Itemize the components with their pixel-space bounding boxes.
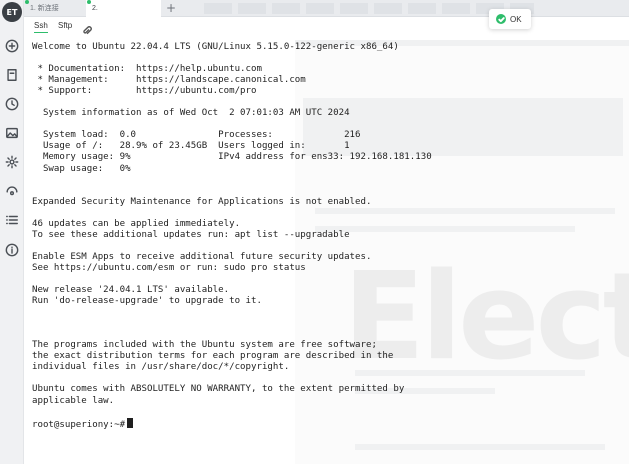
- terminal-line: Usage of /: 28.9% of 23.45GB Users logge…: [32, 141, 350, 152]
- toast-label: OK: [510, 14, 522, 24]
- file-icon[interactable]: [4, 67, 20, 83]
- terminal-line: See https://ubuntu.com/esm or run: sudo …: [32, 262, 306, 273]
- terminal-line: System load: 0.0 Processes: 216: [32, 130, 361, 141]
- ok-toast: OK: [489, 9, 531, 29]
- terminal-line: Enable ESM Apps to receive additional fu…: [32, 251, 372, 262]
- tab-status-dot: [87, 0, 91, 4]
- terminal-line: Expanded Security Maintenance for Applic…: [32, 196, 372, 207]
- terminal-line: Run 'do-release-upgrade' to upgrade to i…: [32, 296, 262, 307]
- paperclip-icon[interactable]: [82, 21, 92, 35]
- terminal-line: New release '24.04.1 LTS' available.: [32, 285, 230, 296]
- new-tab-button[interactable]: +: [164, 0, 178, 17]
- tab-bar: 1. 新连接 2. root@192.168.181.130:22 +: [24, 0, 629, 29]
- session-subtabs: Ssh Sftp: [24, 17, 629, 37]
- settings-icon[interactable]: [4, 154, 20, 170]
- check-icon: [496, 14, 506, 24]
- tab-status-dot: [25, 0, 29, 4]
- tab-new-connection[interactable]: 1. 新连接: [24, 0, 86, 17]
- add-icon[interactable]: [4, 38, 20, 54]
- terminal-output[interactable]: Welcome to Ubuntu 22.04.4 LTS (GNU/Linux…: [32, 42, 472, 462]
- terminal-line: To see these additional updates run: apt…: [32, 229, 350, 240]
- terminal-prompt-line[interactable]: root@superiony:~#: [32, 417, 472, 430]
- terminal-line: The programs included with the Ubuntu sy…: [32, 340, 377, 351]
- sync-icon[interactable]: [4, 183, 20, 199]
- list-icon[interactable]: [4, 212, 20, 228]
- subtab-sftp[interactable]: Sftp: [58, 21, 72, 30]
- terminal-cursor: [127, 417, 134, 428]
- terminal-line: 46 updates can be applied immediately.: [32, 218, 241, 229]
- subtab-ssh[interactable]: Ssh: [34, 21, 48, 33]
- terminal-line: individual files in /usr/share/doc/*/cop…: [32, 362, 290, 373]
- history-icon[interactable]: [4, 96, 20, 112]
- tab-ssh-session[interactable]: 2. root@192.168.181.130:22: [86, 0, 173, 29]
- terminal-prompt: root@superiony:~#: [32, 419, 126, 430]
- terminal-line: * Documentation: https://help.ubuntu.com: [32, 64, 262, 75]
- terminal-line: Swap usage: 0%: [32, 163, 131, 174]
- terminal-line: the exact distribution terms for each pr…: [32, 351, 394, 362]
- app-logo[interactable]: ET: [2, 2, 22, 22]
- sidebar: ET: [0, 0, 24, 464]
- terminal-line: applicable law.: [32, 395, 115, 406]
- dimmed-tab-strip: [204, 3, 534, 14]
- terminal-line: Welcome to Ubuntu 22.04.4 LTS (GNU/Linux…: [32, 42, 399, 52]
- info-icon[interactable]: [4, 242, 20, 258]
- terminal-line: Ubuntu comes with ABSOLUTELY NO WARRANTY…: [32, 384, 405, 395]
- terminal-line: * Management: https://landscape.canonica…: [32, 75, 306, 86]
- terminal-line: * Support: https://ubuntu.com/pro: [32, 86, 257, 97]
- image-icon[interactable]: [4, 125, 20, 141]
- tab-label: 1. 新连接: [30, 5, 59, 12]
- terminal-line: Memory usage: 9% IPv4 address for ens33:…: [32, 152, 432, 163]
- terminal-line: System information as of Wed Oct 2 07:01…: [32, 108, 350, 119]
